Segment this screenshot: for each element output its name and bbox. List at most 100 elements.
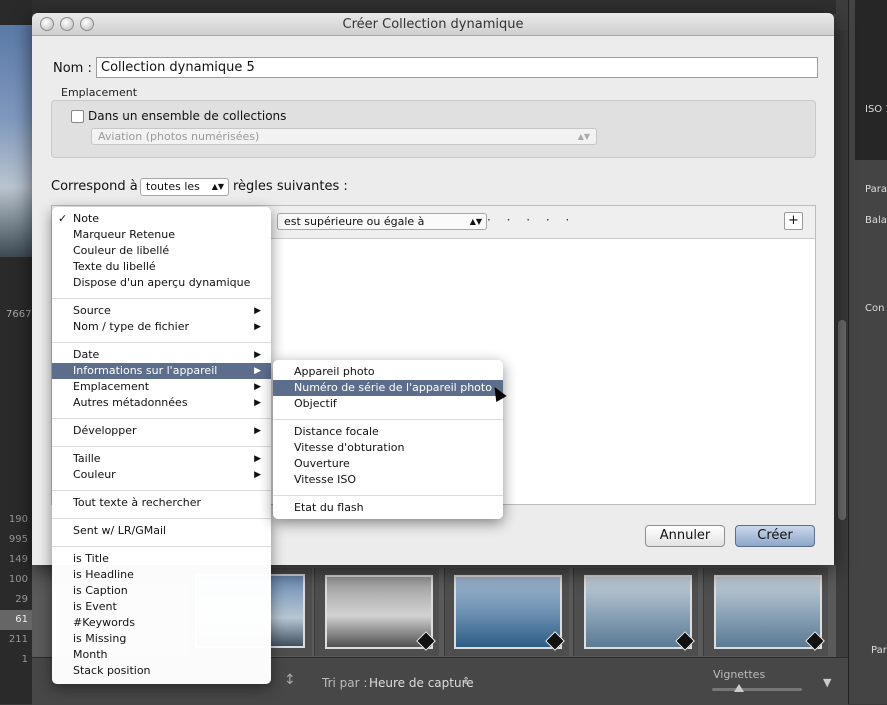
submenu-item-aperture[interactable]: Ouverture xyxy=(273,456,503,472)
menu-item-label: Stack position xyxy=(73,664,151,677)
submenu-arrow-icon: ▶ xyxy=(254,306,261,316)
submenu-arrow-icon: ▶ xyxy=(254,350,261,360)
right-panel-label[interactable]: Para xyxy=(865,184,887,195)
menu-item-label: Couleur de libellé xyxy=(73,244,170,257)
submenu-arrow-icon: ▶ xyxy=(254,322,261,332)
menu-item-size[interactable]: Taille ▶ xyxy=(52,451,271,467)
thumbnail-image xyxy=(454,575,562,649)
filmstrip-thumbnail[interactable] xyxy=(444,568,569,656)
thumbnail-size-slider[interactable] xyxy=(712,688,802,691)
rule-operator-value: est supérieure ou égale à xyxy=(284,215,425,228)
menu-item-sent-gmail[interactable]: Sent w/ LR/GMail xyxy=(52,523,271,539)
window-title: Créer Collection dynamique xyxy=(342,17,524,32)
name-field[interactable]: Collection dynamique 5 xyxy=(96,57,818,78)
thumbnail-image xyxy=(714,575,822,649)
submenu-item-lens[interactable]: Objectif xyxy=(273,396,503,412)
left-preview-image xyxy=(0,25,32,257)
count-value: 190 xyxy=(8,514,28,525)
chevron-down-icon[interactable]: ▼ xyxy=(823,676,831,689)
menu-item-label-color[interactable]: Couleur de libellé xyxy=(52,243,271,259)
menu-item-label: Informations sur l'appareil xyxy=(73,364,218,377)
rating-value-dots[interactable]: · · · · · xyxy=(487,213,575,227)
filmstrip-thumbnail[interactable] xyxy=(314,568,439,656)
match-suffix-label: règles suivantes : xyxy=(233,179,348,194)
submenu-item-shutter-speed[interactable]: Vitesse d'obturation xyxy=(273,440,503,456)
menu-item-any-text[interactable]: Tout texte à rechercher xyxy=(52,495,271,511)
menu-item-file-name-type[interactable]: Nom / type de fichier ▶ xyxy=(52,319,271,335)
menu-item-label: Nom / type de fichier xyxy=(73,320,189,333)
menu-item-camera-info[interactable]: Informations sur l'appareil ▶ xyxy=(52,363,271,379)
submenu-item-focal-length[interactable]: Distance focale xyxy=(273,424,503,440)
right-panel-label[interactable]: Con xyxy=(865,303,887,314)
menu-item-month[interactable]: Month xyxy=(52,647,271,663)
menu-item-stack-position[interactable]: Stack position xyxy=(52,663,271,679)
menu-item-is-caption[interactable]: is Caption xyxy=(52,583,271,599)
rule-operator-select[interactable]: est supérieure ou égale à ▲▼ xyxy=(277,213,487,230)
collection-set-checkbox[interactable] xyxy=(71,110,84,123)
submenu-arrow-icon: ▶ xyxy=(254,398,261,408)
left-photo-count: 7667 xyxy=(6,309,32,320)
menu-item-label: #Keywords xyxy=(73,616,135,629)
menu-item-label-text[interactable]: Texte du libellé xyxy=(52,259,271,275)
menu-item-other-metadata[interactable]: Autres métadonnées ▶ xyxy=(52,395,271,411)
menu-item-is-missing[interactable]: is Missing xyxy=(52,631,271,647)
add-rule-button[interactable]: + xyxy=(784,212,803,230)
menu-item-location[interactable]: Emplacement ▶ xyxy=(52,379,271,395)
menu-item-label: Autres métadonnées xyxy=(73,396,188,409)
count-value: 100 xyxy=(8,574,28,585)
submenu-arrow-icon: ▶ xyxy=(254,426,261,436)
filmstrip-thumbnail[interactable] xyxy=(573,568,698,656)
menu-item-develop[interactable]: Développer ▶ xyxy=(52,423,271,439)
menu-item-color[interactable]: Couleur ▶ xyxy=(52,467,271,483)
filmstrip-thumbnail[interactable] xyxy=(703,568,828,656)
submenu-item-camera[interactable]: Appareil photo xyxy=(273,364,503,380)
menu-item-label: Taille xyxy=(73,452,101,465)
menu-item-pick-flag[interactable]: Marqueur Retenue xyxy=(52,227,271,243)
menu-item-keywords[interactable]: #Keywords xyxy=(52,615,271,631)
create-button[interactable]: Créer xyxy=(735,525,815,547)
sort-chevron-icon: ⇕ xyxy=(462,676,471,687)
submenu-arrow-icon: ▶ xyxy=(254,470,261,480)
menu-item-is-event[interactable]: is Event xyxy=(52,599,271,615)
match-mode-select[interactable]: toutes les ▲▼ xyxy=(140,178,229,196)
count-value: 149 xyxy=(8,554,28,565)
updown-arrows-icon: ▲▼ xyxy=(211,182,224,191)
menu-item-source[interactable]: Source ▶ xyxy=(52,303,271,319)
menu-item-label: Dispose d'un aperçu dynamique xyxy=(73,276,251,289)
menu-item-label: Date xyxy=(73,348,100,361)
location-heading: Emplacement xyxy=(61,86,138,99)
menu-item-smart-preview[interactable]: Dispose d'un aperçu dynamique xyxy=(52,275,271,291)
vignettes-label: Vignettes xyxy=(713,668,766,681)
histogram-area xyxy=(855,0,887,160)
menu-item-date[interactable]: Date ▶ xyxy=(52,347,271,363)
collection-set-checkbox-label[interactable]: Dans un ensemble de collections xyxy=(88,109,286,123)
menu-item-label: Ouverture xyxy=(294,457,350,470)
submenu-item-iso[interactable]: Vitesse ISO xyxy=(273,472,503,488)
menu-item-label: Emplacement xyxy=(73,380,150,393)
sort-direction-icon[interactable]: ↕ xyxy=(284,672,314,692)
menu-item-is-headline[interactable]: is Headline xyxy=(52,567,271,583)
menu-item-label: Sent w/ LR/GMail xyxy=(73,524,167,537)
right-panel-label[interactable]: Bala xyxy=(865,215,887,226)
camera-info-submenu: Appareil photo Numéro de série de l'appa… xyxy=(273,360,503,519)
menu-item-label: is Event xyxy=(73,600,117,613)
slider-knob[interactable] xyxy=(734,684,744,692)
checkmark-icon: ✓ xyxy=(58,212,68,225)
count-value: 995 xyxy=(8,534,28,545)
submenu-item-flash-state[interactable]: Etat du flash xyxy=(273,500,503,516)
match-mode-value: toutes les xyxy=(146,180,200,193)
menu-separator xyxy=(52,546,271,547)
scrollbar-thumb[interactable] xyxy=(838,320,846,520)
submenu-arrow-icon: ▶ xyxy=(254,382,261,392)
menu-item-label: is Missing xyxy=(73,632,127,645)
menu-item-label: Source xyxy=(73,304,111,317)
menu-item-is-title[interactable]: is Title xyxy=(52,551,271,567)
right-panel-label[interactable]: Par xyxy=(871,645,887,656)
title-bar: Créer Collection dynamique xyxy=(32,13,834,36)
submenu-item-serial-number[interactable]: Numéro de série de l'appareil photo xyxy=(273,380,503,396)
menu-item-note[interactable]: ✓ Note xyxy=(52,211,271,227)
sort-select[interactable]: Heure de capture xyxy=(369,676,474,690)
menu-separator xyxy=(273,495,503,496)
cancel-button[interactable]: Annuler xyxy=(645,525,725,547)
menu-item-label: Objectif xyxy=(294,397,337,410)
